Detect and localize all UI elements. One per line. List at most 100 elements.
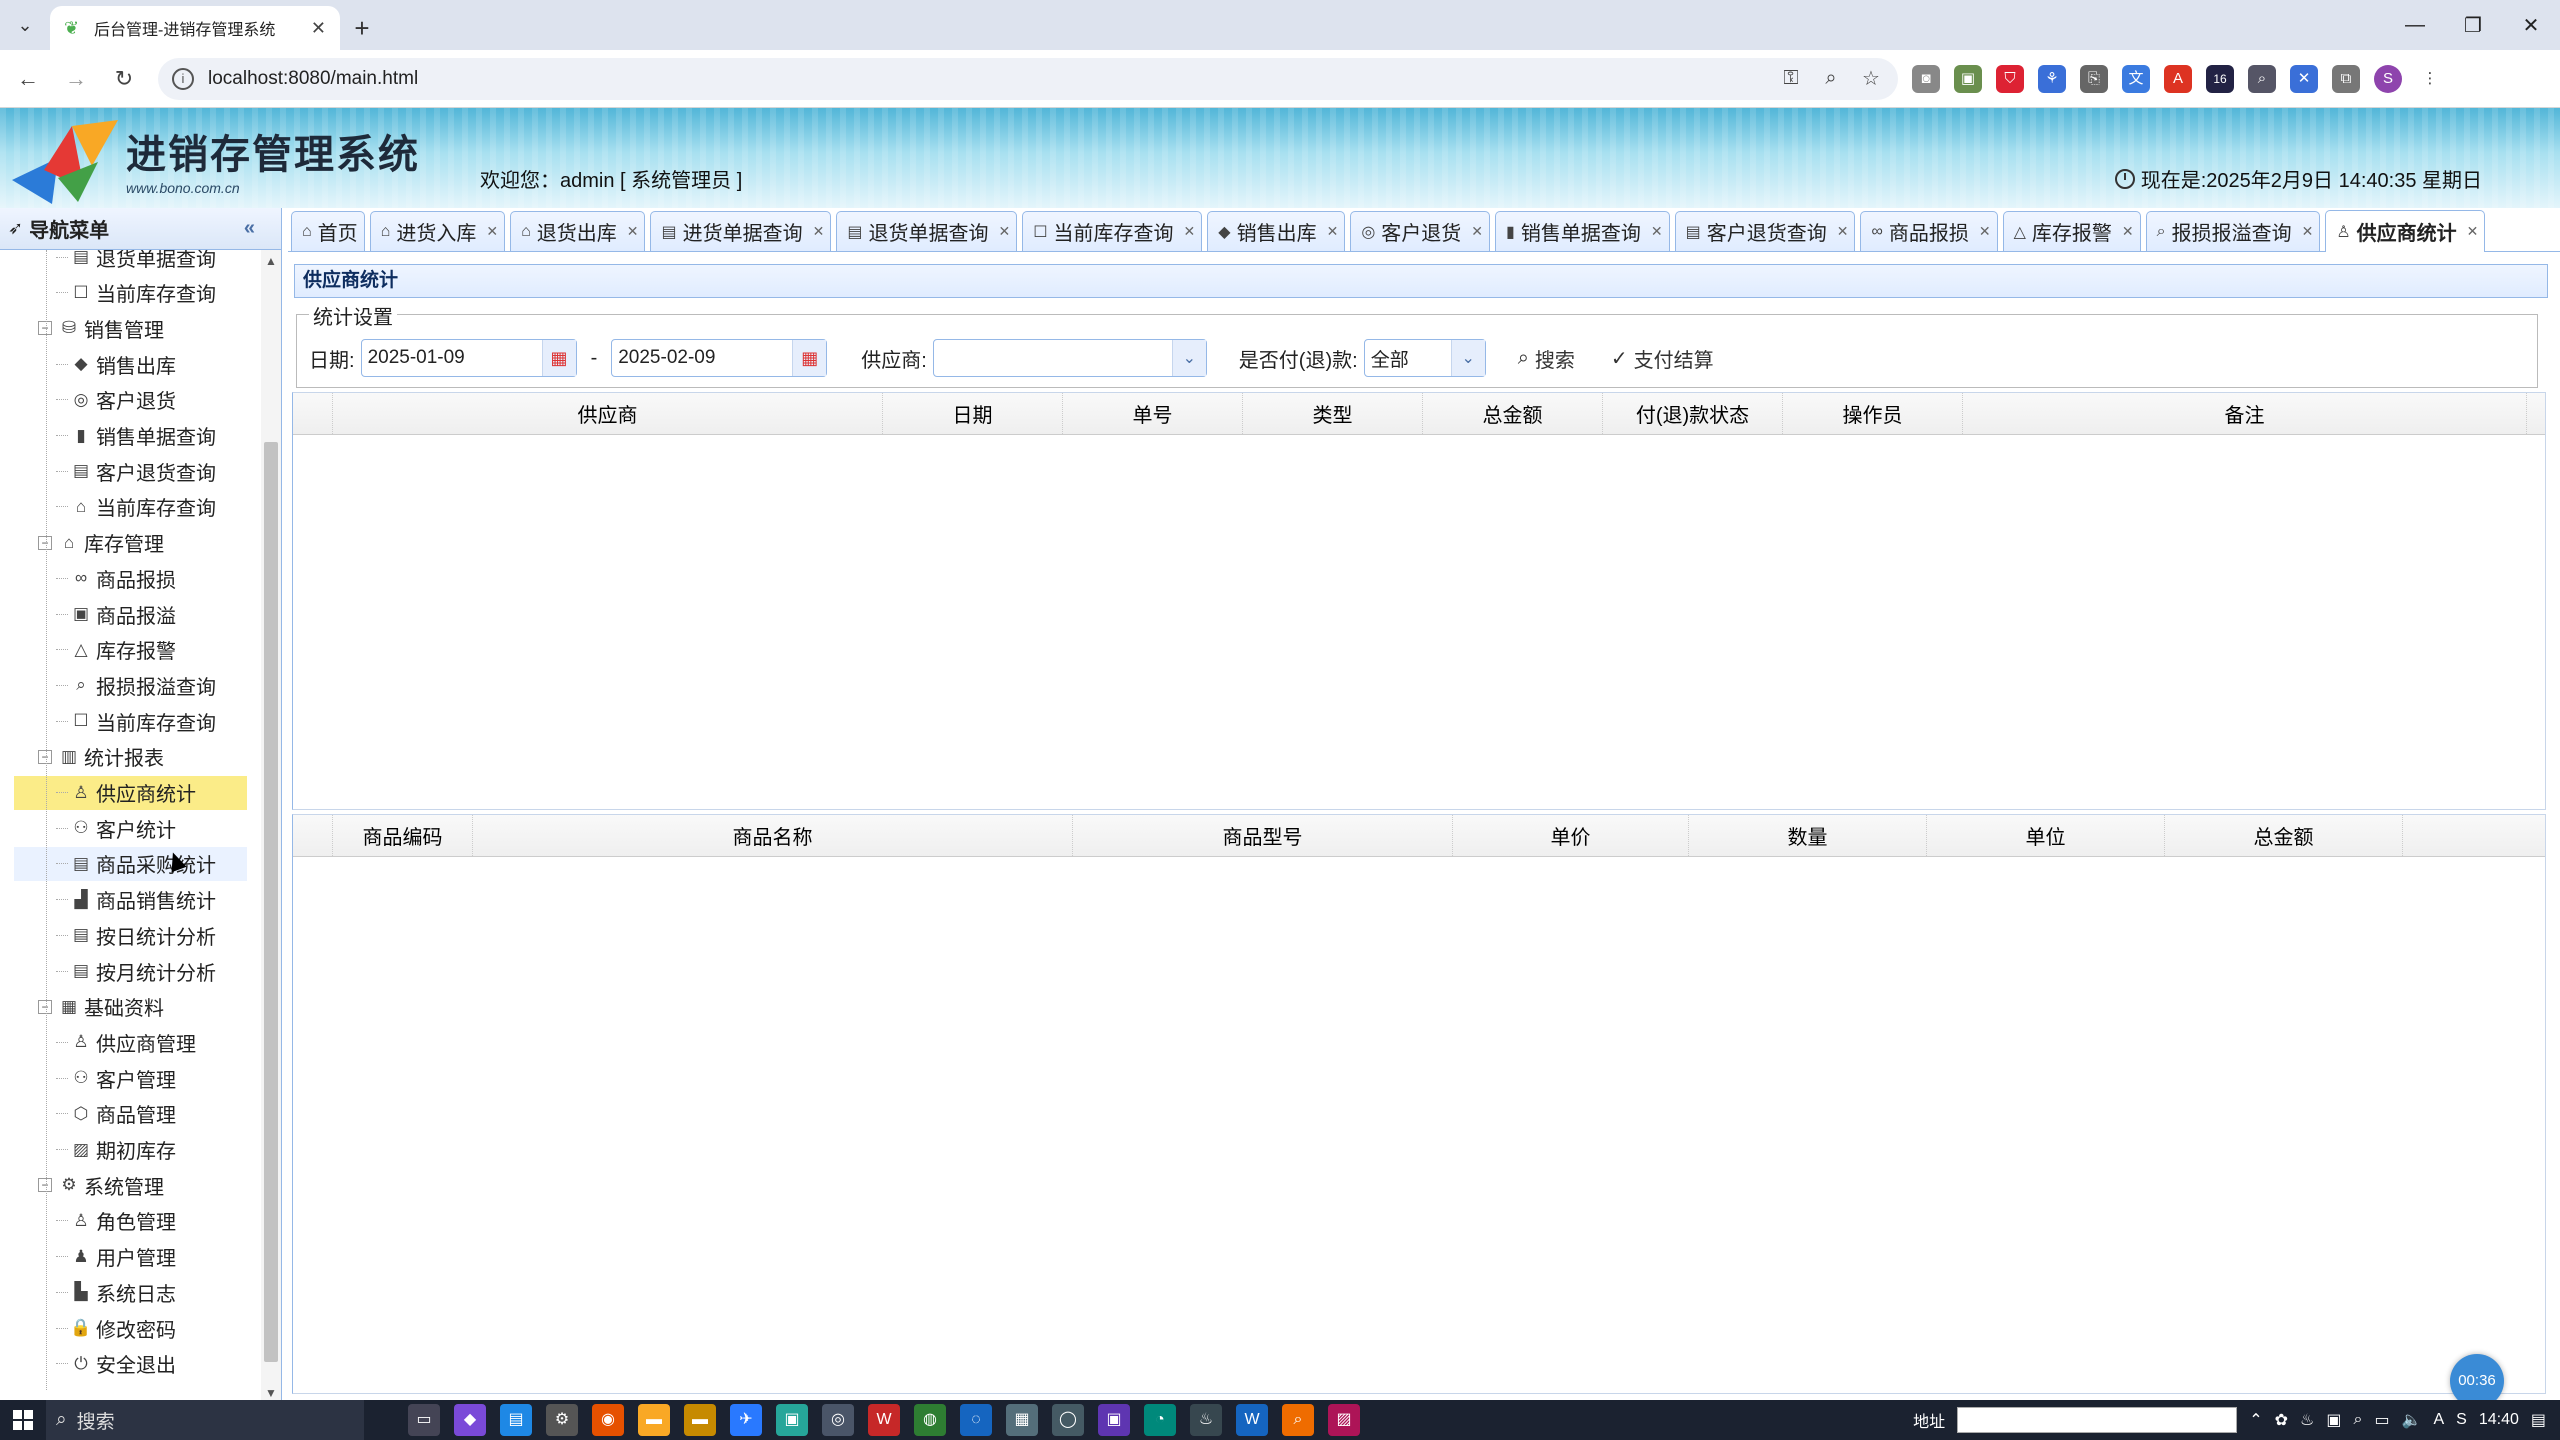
- scroll-down-icon[interactable]: ▼: [261, 1386, 281, 1400]
- supplier-combobox[interactable]: ⌄: [932, 339, 1207, 377]
- app-icon[interactable]: ▨: [1328, 1404, 1360, 1436]
- sidebar-item[interactable]: ▤ 按日统计分析: [56, 918, 246, 952]
- page-tab[interactable]: ▮ 销售单据查询 ✕: [1495, 211, 1670, 251]
- new-tab-plus-icon[interactable]: +: [340, 6, 384, 50]
- bookmark-star-icon[interactable]: ☆: [1858, 66, 1884, 91]
- close-tab-icon[interactable]: ✕: [2122, 223, 2134, 240]
- column-header[interactable]: 单号: [1063, 393, 1243, 434]
- sidebar-item[interactable]: ▨ 期初库存: [56, 1133, 246, 1167]
- badge-extension-icon[interactable]: 16: [2206, 64, 2234, 93]
- collapse-sidebar-icon[interactable]: «: [244, 217, 255, 240]
- close-tab-icon[interactable]: ✕: [813, 223, 825, 240]
- page-tab[interactable]: ⌂ 进货入库 ✕: [369, 211, 506, 251]
- app-icon[interactable]: ♨: [1190, 1404, 1222, 1436]
- page-tab[interactable]: ◎ 客户退货 ✕: [1350, 211, 1491, 251]
- app-icon[interactable]: W: [868, 1404, 900, 1436]
- close-tab-icon[interactable]: ✕: [2302, 223, 2314, 240]
- app-icon[interactable]: ◔: [1144, 1404, 1176, 1436]
- sidebar-item[interactable]: ▮ 销售单据查询: [56, 419, 246, 453]
- sidebar-item[interactable]: ⏻ 安全退出: [56, 1347, 246, 1381]
- app-icon[interactable]: ▤: [500, 1404, 532, 1436]
- tab-search-chevron-icon[interactable]: ⌄: [0, 0, 50, 50]
- sidebar-item[interactable]: ⚇ 客户管理: [56, 1061, 246, 1095]
- sidebar-item[interactable]: ◎ 客户退货: [56, 383, 246, 417]
- pdf-extension-icon[interactable]: A: [2164, 64, 2192, 93]
- scrollbar-thumb[interactable]: [264, 442, 278, 1362]
- firefox-icon[interactable]: ◉: [592, 1404, 624, 1436]
- sidebar-item[interactable]: ▤ 按月统计分析: [56, 954, 246, 988]
- column-header[interactable]: 数量: [1689, 815, 1927, 856]
- sidebar-item[interactable]: ▤ 客户退货查询: [56, 454, 246, 488]
- app-icon[interactable]: ◌: [960, 1404, 992, 1436]
- sidebar-item[interactable]: ∞ 商品报损: [56, 561, 246, 595]
- page-tab[interactable]: ◆ 销售出库 ✕: [1207, 211, 1346, 251]
- sidebar-item[interactable]: ▤ 商品采购统计: [14, 846, 247, 881]
- column-header[interactable]: 总金额: [1423, 393, 1603, 434]
- page-tab[interactable]: ▤ 客户退货查询 ✕: [1674, 211, 1856, 251]
- sidebar-item[interactable]: ♙ 供应商统计: [14, 775, 247, 810]
- sidebar-item[interactable]: △ 库存报警: [56, 633, 246, 667]
- copy-extension-icon[interactable]: ⎘: [2080, 64, 2108, 93]
- paid-status-select[interactable]: 全部 ⌄: [1363, 339, 1486, 377]
- translate-extension-icon[interactable]: 文: [2122, 64, 2150, 93]
- page-tab[interactable]: △ 库存报警 ✕: [2002, 211, 2141, 251]
- tray-app-icon[interactable]: ✿: [2275, 1410, 2288, 1430]
- image-extension-icon[interactable]: ▣: [1954, 64, 1982, 93]
- column-header[interactable]: 日期: [883, 393, 1063, 434]
- taskbar-time[interactable]: 14:40: [2479, 1411, 2519, 1429]
- word-icon[interactable]: W: [1236, 1404, 1268, 1436]
- sidebar-item[interactable]: ♟ 用户管理: [56, 1240, 246, 1274]
- address-bar[interactable]: i localhost:8080/main.html ⚿ ⌕ ☆: [158, 57, 1898, 100]
- sidebar-item[interactable]: ▤ 退货单据查询: [56, 250, 246, 274]
- settle-button[interactable]: ✓ 支付结算: [1611, 344, 1714, 373]
- collapse-toggle-icon[interactable]: −: [38, 749, 52, 764]
- date-from-field[interactable]: 2025-01-09 ▦: [360, 339, 577, 377]
- page-tab[interactable]: ∞ 商品报损 ✕: [1860, 211, 1998, 251]
- site-info-icon[interactable]: i: [172, 67, 194, 90]
- page-tab[interactable]: ▤ 退货单据查询 ✕: [836, 211, 1018, 251]
- column-header[interactable]: 总金额: [2165, 815, 2403, 856]
- settings-icon[interactable]: ⚙: [546, 1404, 578, 1436]
- url-text[interactable]: localhost:8080/main.html: [208, 68, 1764, 90]
- calendar-icon[interactable]: ▦: [541, 340, 576, 376]
- date-to-field[interactable]: 2025-02-09 ▦: [611, 339, 828, 377]
- shield-extension-icon[interactable]: ⛉: [1996, 64, 2024, 93]
- sidebar-item[interactable]: ▙ 系统日志: [56, 1275, 246, 1309]
- app-icon[interactable]: ▣: [776, 1404, 808, 1436]
- profile-avatar[interactable]: S: [2374, 64, 2402, 93]
- page-tab[interactable]: ▤ 进货单据查询 ✕: [650, 211, 832, 251]
- folder-icon[interactable]: ▬: [638, 1404, 670, 1436]
- page-tab[interactable]: ☐ 当前库存查询 ✕: [1022, 211, 1203, 251]
- column-header[interactable]: 商品编码: [333, 815, 473, 856]
- tray-app-icon[interactable]: ▣: [2326, 1410, 2341, 1430]
- page-tab[interactable]: ⌂ 退货出库 ✕: [510, 211, 646, 251]
- column-header[interactable]: 单价: [1453, 815, 1689, 856]
- date-to-value[interactable]: 2025-02-09: [612, 347, 792, 369]
- sidebar-group[interactable]: − ⌂ 库存管理: [38, 526, 164, 560]
- windows-start-icon[interactable]: [0, 1400, 46, 1440]
- app-icon[interactable]: ⌕: [1282, 1404, 1314, 1436]
- column-header[interactable]: 类型: [1243, 393, 1423, 434]
- wechat-icon[interactable]: ◍: [914, 1404, 946, 1436]
- collapse-toggle-icon[interactable]: −: [38, 321, 52, 336]
- sidebar-item[interactable]: ⬡ 商品管理: [56, 1097, 246, 1131]
- calendar-icon[interactable]: ▦: [792, 340, 827, 376]
- password-key-icon[interactable]: ⚿: [1778, 67, 1804, 90]
- column-header[interactable]: 操作员: [1783, 393, 1963, 434]
- sidebar-item[interactable]: ☐ 当前库存查询: [56, 276, 246, 310]
- close-tab-icon[interactable]: ✕: [486, 223, 498, 240]
- close-tab-icon[interactable]: ✕: [1471, 223, 1483, 240]
- close-tab-icon[interactable]: ✕: [1979, 223, 1991, 240]
- back-arrow-icon[interactable]: ←: [8, 59, 48, 99]
- column-header[interactable]: 单位: [1927, 815, 2165, 856]
- restore-icon[interactable]: ❐: [2444, 13, 2502, 38]
- more-menu-icon[interactable]: ⋮: [2416, 65, 2444, 93]
- task-view-icon[interactable]: ▭: [408, 1404, 440, 1436]
- sidebar-item[interactable]: ⌕ 报损报溢查询: [56, 668, 246, 702]
- puzzle-extensions-icon[interactable]: ⧉: [2332, 64, 2360, 93]
- reload-icon[interactable]: ↻: [104, 59, 144, 99]
- sidebar-item[interactable]: ♙ 角色管理: [56, 1204, 246, 1238]
- tray-app-icon[interactable]: ⌕: [2353, 1411, 2362, 1429]
- close-tab-icon[interactable]: ✕: [311, 18, 326, 39]
- x-extension-icon[interactable]: ✕: [2290, 64, 2318, 93]
